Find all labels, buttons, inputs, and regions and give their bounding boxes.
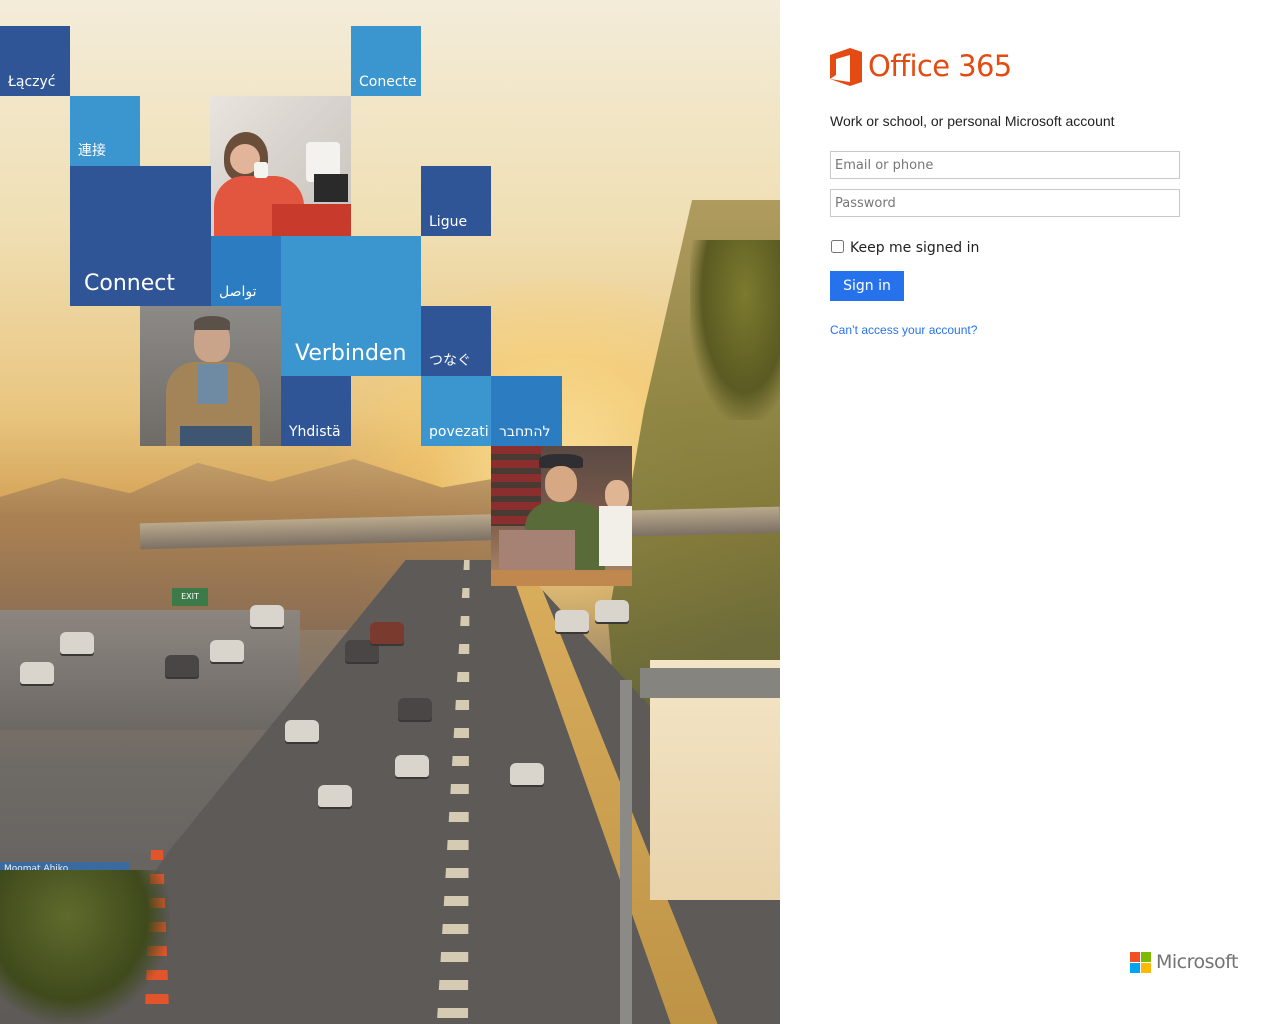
sign-gantry [640, 668, 780, 698]
account-type-subtitle: Work or school, or personal Microsoft ac… [830, 113, 1115, 129]
password-field[interactable] [830, 189, 1180, 217]
keep-signed-in-checkbox[interactable] [831, 240, 844, 253]
car [395, 755, 429, 777]
car [398, 698, 432, 720]
car [370, 622, 404, 644]
tile-laczyc: Łączyć [0, 26, 70, 96]
tile-japanese: つなぐ [421, 306, 491, 376]
tile-label: つなぐ [429, 353, 471, 369]
tile-label: تواصل [219, 284, 257, 300]
car [20, 662, 54, 684]
hero-image: EXIT Moomat Ahiko Łączyć Conecte 連接 Conn… [0, 0, 780, 1024]
tile-label: 連接 [78, 143, 106, 159]
photo-man-phone [140, 306, 281, 446]
exit-sign: EXIT [172, 588, 208, 606]
car [60, 632, 94, 654]
car [165, 655, 199, 677]
tile-label: Conecte [359, 74, 417, 90]
car [318, 785, 352, 807]
tile-label: Verbinden [295, 341, 407, 366]
tile-label: povezati [429, 424, 489, 440]
car [285, 720, 319, 742]
tile-arabic: تواصل [211, 236, 281, 306]
car [595, 600, 629, 622]
tile-verbinden: Verbinden [281, 236, 421, 376]
keep-signed-in-label[interactable]: Keep me signed in [850, 240, 979, 256]
tile-hebrew: להתחבר [491, 376, 562, 446]
car [510, 763, 544, 785]
tile-label: Yhdistä [289, 424, 341, 440]
cant-access-account-link[interactable]: Can’t access your account? [830, 323, 977, 337]
tile-label: Ligue [429, 214, 468, 230]
tile-connect: Connect [70, 166, 211, 306]
car [250, 605, 284, 627]
office-logo-icon [830, 48, 862, 86]
tile-ligue: Ligue [421, 166, 491, 236]
microsoft-wordmark: Microsoft [1156, 951, 1238, 973]
photo-people-laptop [491, 446, 632, 586]
palm-tree-left [0, 870, 170, 1024]
email-field[interactable] [830, 151, 1180, 179]
car [555, 610, 589, 632]
tile-yhdista: Yhdistä [281, 376, 351, 446]
tile-conecte: Conecte [351, 26, 421, 96]
photo-woman-reading [210, 96, 351, 236]
sign-post [620, 680, 632, 1024]
product-title: Office 365 [868, 49, 1012, 83]
car [210, 640, 244, 662]
tile-chinese: 連接 [70, 96, 140, 166]
login-panel: Office 365 Work or school, or personal M… [780, 0, 1280, 1024]
tile-label: Łączyć [8, 74, 56, 90]
tile-povezati: povezati [421, 376, 491, 446]
tile-label: Connect [84, 271, 175, 296]
microsoft-logo-icon [1130, 952, 1151, 973]
sign-in-button[interactable]: Sign in [830, 271, 904, 301]
tile-label: להתחבר [499, 424, 551, 440]
palm-tree-right [690, 240, 780, 420]
